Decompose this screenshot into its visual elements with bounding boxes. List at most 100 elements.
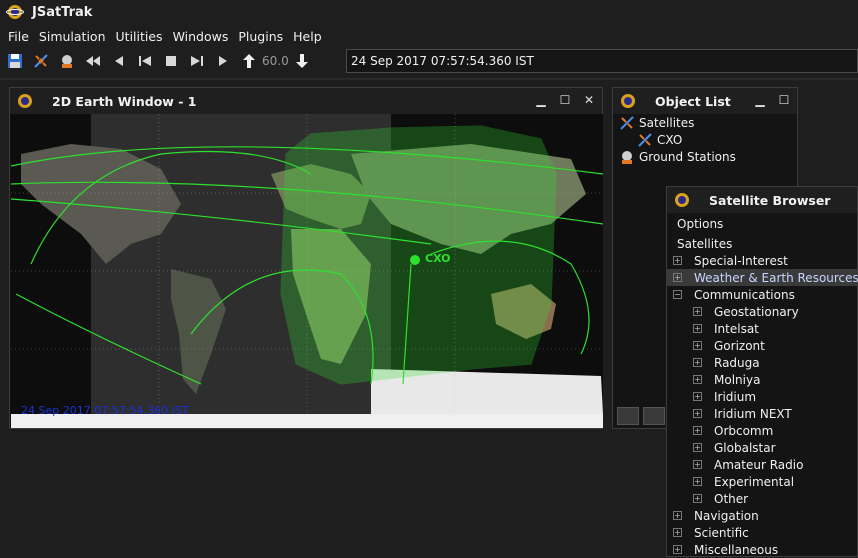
tree-item[interactable]: + Intelsat — [667, 320, 857, 337]
object-node-cxo[interactable]: CXO — [637, 132, 682, 148]
expand-icon[interactable]: + — [673, 256, 682, 265]
decrease-step-button[interactable] — [291, 50, 313, 72]
tree-item-label: Gorizont — [714, 338, 765, 353]
rewind-icon — [86, 56, 100, 66]
tree-item-label: Iridium NEXT — [714, 406, 792, 421]
earth-map[interactable]: CXO 24 Sep 2017 07:57:54.360 IST — [11, 114, 603, 428]
step-back-button[interactable] — [108, 50, 130, 72]
minimize-icon[interactable]: ▁ — [534, 92, 548, 108]
expand-icon[interactable]: + — [673, 528, 682, 537]
tree-item[interactable]: + Iridium — [667, 388, 857, 405]
menu-plugins[interactable]: Plugins — [238, 29, 283, 44]
tree-item[interactable]: + Globalstar — [667, 439, 857, 456]
tree-item-label: Navigation — [694, 508, 759, 523]
delete-object-button[interactable] — [617, 407, 639, 425]
expand-icon[interactable]: + — [693, 460, 702, 469]
tree-item[interactable]: + Amateur Radio — [667, 456, 857, 473]
object-node-ground-stations[interactable]: Ground Stations — [619, 149, 736, 165]
expand-icon[interactable]: + — [673, 511, 682, 520]
object-list-header[interactable]: Object List ▁ ☐ — [613, 88, 797, 114]
tree-item-label: Intelsat — [714, 321, 759, 336]
tree-item[interactable]: + Orbcomm — [667, 422, 857, 439]
tree-item[interactable]: + Iridium NEXT — [667, 405, 857, 422]
jsattrak-logo-icon — [6, 5, 24, 19]
cxo-satellite-marker[interactable] — [410, 255, 420, 265]
play-reverse-icon — [115, 56, 123, 66]
menu-simulation[interactable]: Simulation — [39, 29, 106, 44]
expand-icon[interactable]: + — [693, 426, 702, 435]
tree-item-label: Scientific — [694, 525, 749, 540]
tree-item-label: Amateur Radio — [714, 457, 804, 472]
save-button[interactable] — [4, 50, 26, 72]
maximize-icon[interactable]: ☐ — [558, 92, 572, 108]
maximize-icon[interactable]: ☐ — [777, 92, 791, 108]
tree-item[interactable]: + Miscellaneous — [667, 541, 857, 558]
expand-icon[interactable]: + — [693, 392, 702, 401]
minimize-icon[interactable]: ▁ — [753, 92, 767, 108]
expand-icon[interactable]: + — [693, 477, 702, 486]
tree-item[interactable]: + Geostationary — [667, 303, 857, 320]
expand-icon[interactable]: + — [693, 341, 702, 350]
skip-forward-button[interactable] — [186, 50, 208, 72]
expand-icon[interactable]: + — [693, 443, 702, 452]
menu-bar: File Simulation Utilities Windows Plugin… — [0, 26, 324, 46]
skip-back-button[interactable] — [134, 50, 156, 72]
earth-window: 2D Earth Window - 1 ▁ ☐ ✕ CXO 24 Sep 201… — [9, 87, 603, 429]
satellite-browser-title: Satellite Browser — [709, 192, 831, 208]
increase-step-button[interactable] — [238, 50, 260, 72]
expand-icon[interactable]: + — [673, 545, 682, 554]
expand-icon[interactable]: + — [693, 307, 702, 316]
menu-help[interactable]: Help — [293, 29, 322, 44]
map-canvas — [11, 114, 603, 428]
tree-item[interactable]: + Weather & Earth Resources — [667, 269, 858, 286]
tree-item[interactable]: + Raduga — [667, 354, 857, 371]
menu-utilities[interactable]: Utilities — [116, 29, 163, 44]
expand-icon[interactable]: + — [673, 273, 682, 282]
ground-station-icon — [622, 151, 632, 164]
tree-item-label: Globalstar — [714, 440, 776, 455]
stop-button[interactable] — [160, 50, 182, 72]
satellite-browser-header[interactable]: Satellite Browser — [667, 187, 857, 213]
tree-item-label: Experimental — [714, 474, 795, 489]
tree-item[interactable]: − Communications — [667, 286, 857, 303]
skip-back-icon — [139, 56, 151, 66]
tree-item[interactable]: + Molniya — [667, 371, 857, 388]
add-ground-station-button[interactable] — [56, 50, 78, 72]
window-logo-icon — [675, 193, 689, 207]
tree-item-label: Other — [714, 491, 749, 506]
current-time-field[interactable]: 24 Sep 2017 07:57:54.360 IST — [346, 49, 858, 73]
tree-item[interactable]: + Scientific — [667, 524, 857, 541]
menu-file[interactable]: File — [8, 29, 29, 44]
earth-window-header[interactable]: 2D Earth Window - 1 ▁ ☐ ✕ — [10, 88, 602, 114]
expand-icon[interactable]: + — [693, 324, 702, 333]
expand-icon[interactable]: + — [693, 409, 702, 418]
add-satellite-button[interactable] — [30, 50, 52, 72]
expand-icon[interactable]: + — [693, 358, 702, 367]
arrow-down-icon — [295, 54, 308, 68]
app-title-bar: JSatTrak — [0, 0, 858, 24]
tree-item[interactable]: + Special-Interest — [667, 252, 857, 269]
tree-item-label: Special-Interest — [694, 253, 788, 268]
expand-icon[interactable]: + — [693, 494, 702, 503]
expand-icon[interactable]: + — [693, 375, 702, 384]
rewind-fast-button[interactable] — [82, 50, 104, 72]
object-settings-button[interactable] — [643, 407, 665, 425]
toolbar-divider — [0, 78, 858, 80]
tree-root-satellites[interactable]: Satellites — [667, 235, 857, 252]
tree-item[interactable]: + Other — [667, 490, 857, 507]
tree-item[interactable]: + Navigation — [667, 507, 857, 524]
satellite-browser-window: Satellite Browser Options Satellites + Sp… — [666, 186, 858, 557]
tree-item[interactable]: + Gorizont — [667, 337, 857, 354]
object-node-satellites[interactable]: Satellites — [619, 115, 694, 131]
menu-windows[interactable]: Windows — [173, 29, 229, 44]
play-button[interactable] — [212, 50, 234, 72]
stop-icon — [166, 56, 176, 66]
tree-item-label: Communications — [694, 287, 795, 302]
map-time-overlay: 24 Sep 2017 07:57:54.360 IST — [21, 404, 189, 417]
object-list-toolbar — [617, 407, 665, 425]
options-menu[interactable]: Options — [677, 217, 723, 231]
close-icon[interactable]: ✕ — [582, 92, 596, 108]
tree-item[interactable]: + Experimental — [667, 473, 857, 490]
tree-item-label: Raduga — [714, 355, 760, 370]
collapse-icon[interactable]: − — [673, 290, 682, 299]
